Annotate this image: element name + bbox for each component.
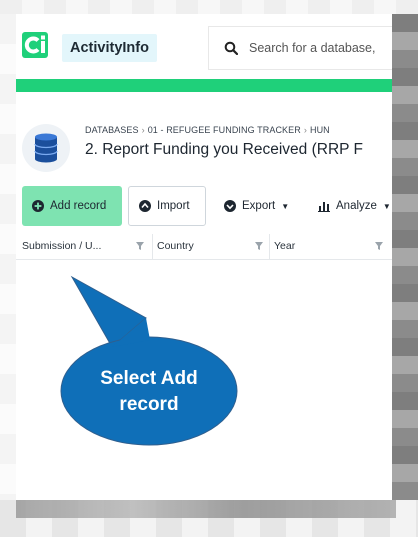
breadcrumb-separator: › xyxy=(303,125,307,135)
import-label: Import xyxy=(157,200,190,212)
callout-text: Select Add record xyxy=(62,366,236,418)
filter-icon[interactable] xyxy=(255,242,263,250)
table-header: Submission / U... Country Year xyxy=(16,234,392,260)
accent-bar xyxy=(16,79,392,92)
database-title-area: DATABASES › 01 - REFUGEE FUNDING TRACKER › H… xyxy=(16,92,392,184)
breadcrumb-folder[interactable]: HUN xyxy=(310,125,330,135)
database-icon xyxy=(34,133,58,163)
breadcrumb: DATABASES › 01 - REFUGEE FUNDING TRACKER › H… xyxy=(85,125,330,135)
add-record-button[interactable]: Add record xyxy=(22,186,122,226)
callout-line-1: Select Add xyxy=(100,368,198,389)
bar-chart-icon xyxy=(318,202,330,212)
frame-bottom-shadow xyxy=(16,500,396,518)
chevron-down-icon: ▼ xyxy=(382,201,391,211)
column-header-year[interactable]: Year xyxy=(269,234,392,260)
breadcrumb-separator: › xyxy=(141,125,145,135)
callout-line-2: record xyxy=(119,394,179,415)
frame-right-shadow xyxy=(392,14,418,500)
column-label: Year xyxy=(274,240,296,252)
page-title: 2. Report Funding you Received (RRP F xyxy=(85,141,363,158)
upload-icon xyxy=(139,200,151,212)
filter-icon[interactable] xyxy=(136,242,144,250)
column-header-submission[interactable]: Submission / U... xyxy=(22,234,146,260)
export-label: Export xyxy=(242,200,276,212)
frame-left-edge xyxy=(0,14,16,500)
search-icon xyxy=(224,41,238,55)
brand-name[interactable]: ActivityInfo xyxy=(62,34,157,62)
search-box[interactable]: Search for a database, xyxy=(208,26,392,70)
add-record-label: Add record xyxy=(50,200,107,212)
search-input[interactable]: Search for a database, xyxy=(249,41,375,55)
filter-icon[interactable] xyxy=(375,242,383,250)
export-button[interactable]: Export ▼ xyxy=(224,186,289,226)
frame-top-edge xyxy=(0,0,418,14)
database-avatar xyxy=(22,124,70,172)
analyze-button[interactable]: Analyze ▼ xyxy=(318,186,391,226)
toolbar: Add record Import Export ▼ Analyze ▼ xyxy=(16,184,392,234)
app-window: ActivityInfo Search for a database, DATA… xyxy=(16,14,392,500)
activityinfo-logo-icon[interactable] xyxy=(22,32,48,58)
download-icon xyxy=(224,200,236,212)
chevron-down-icon: ▼ xyxy=(281,201,290,211)
import-button[interactable]: Import xyxy=(128,186,206,226)
column-label: Submission / U... xyxy=(22,240,102,252)
column-label: Country xyxy=(157,240,194,252)
top-header: ActivityInfo Search for a database, xyxy=(16,14,392,79)
breadcrumb-databases[interactable]: DATABASES xyxy=(85,125,139,135)
breadcrumb-database[interactable]: 01 - REFUGEE FUNDING TRACKER xyxy=(148,125,301,135)
analyze-label: Analyze xyxy=(336,200,377,212)
column-header-country[interactable]: Country xyxy=(152,234,268,260)
plus-circle-icon xyxy=(32,200,44,212)
